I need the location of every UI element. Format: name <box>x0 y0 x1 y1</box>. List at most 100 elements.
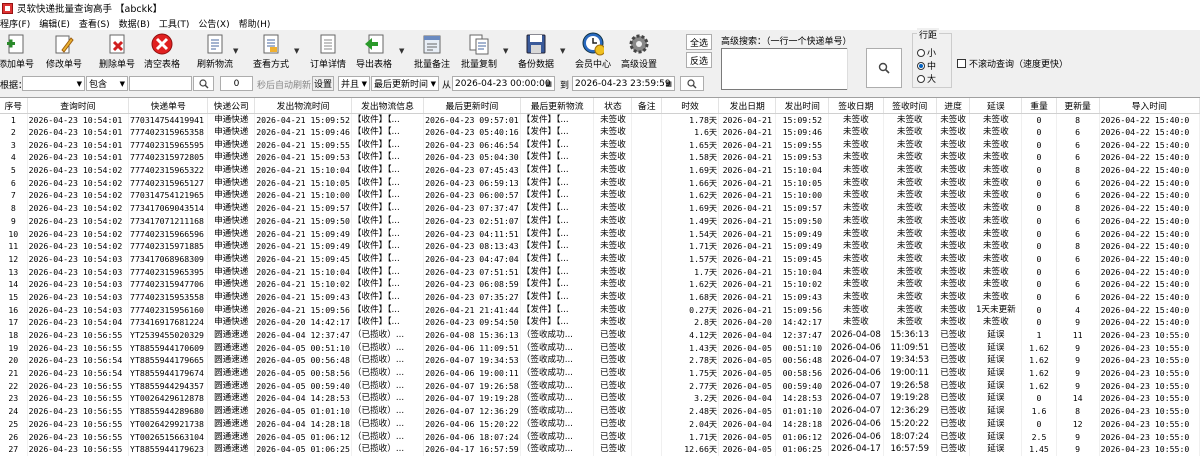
spacing-large-radio[interactable]: 大 <box>917 72 936 85</box>
table-row[interactable]: 24 2026-04-23 10:56:55 YT8855944289680 圆通速递… <box>0 404 1200 418</box>
export-table-button[interactable]: 导出表格 <box>350 33 398 73</box>
table-row[interactable]: 22 2026-04-23 10:56:55 YT8855944294357 圆通速递… <box>0 379 1200 393</box>
column-header[interactable]: 快递单号 <box>128 98 209 114</box>
spacing-small-radio[interactable]: 小 <box>917 46 936 59</box>
advanced-settings-button[interactable]: 高级设置 <box>615 33 663 73</box>
menu-data[interactable]: 数据(B) <box>119 17 150 30</box>
refresh-settings-button[interactable]: 设置 <box>312 76 334 91</box>
member-center-button[interactable]: 会员中心 <box>569 32 617 73</box>
filter-value-input[interactable] <box>129 76 192 91</box>
from-datetime-picker[interactable]: 2026-04-23 00:00:00 ▦ <box>452 76 555 91</box>
invert-selection-button[interactable]: 反选 <box>686 52 712 68</box>
table-row[interactable]: 12 2026-04-23 10:54:03 773417068968309 申通快递… <box>0 252 1200 266</box>
column-header[interactable]: 导入时间 <box>1099 98 1200 114</box>
spacing-medium-radio[interactable]: 中 <box>917 59 936 72</box>
to-datetime-picker[interactable]: 2026-04-23 23:59:59 ▦ <box>572 76 675 91</box>
column-header[interactable]: 更新量 <box>1056 98 1100 114</box>
column-header[interactable]: 状态 <box>593 98 633 114</box>
backup-data-button[interactable]: 备份数据 <box>512 33 560 73</box>
filter-search-button[interactable] <box>193 76 214 91</box>
table-row[interactable]: 26 2026-04-23 10:56:55 YT0026515663104 圆通速递… <box>0 430 1200 443</box>
table-row[interactable]: 3 2026-04-23 10:54:01 777402315965595 申通快递 2… <box>0 138 1200 152</box>
column-header[interactable]: 重量 <box>1021 98 1057 114</box>
column-header[interactable]: 快递公司 <box>207 98 256 114</box>
advanced-search-scrollbar[interactable] <box>847 48 861 90</box>
column-header[interactable]: 延误 <box>969 98 1023 114</box>
view-mode-button[interactable]: 查看方式 <box>247 33 295 73</box>
table-row[interactable]: 10 2026-04-23 10:54:02 777402315966596 申通快递… <box>0 227 1200 240</box>
refresh-dropdown-arrow[interactable]: ▼ <box>233 47 238 55</box>
table-cell <box>631 176 662 190</box>
table-row[interactable]: 21 2026-04-23 10:56:54 YT8855944179674 圆通速递… <box>0 366 1200 380</box>
column-header[interactable]: 备注 <box>631 98 662 114</box>
column-header[interactable]: 发出物流时间 <box>254 98 352 114</box>
menu-view[interactable]: 查看(S) <box>79 17 110 30</box>
table-row[interactable]: 15 2026-04-23 10:54:03 777402315953558 申通快递… <box>0 290 1200 304</box>
table-row[interactable]: 1 2026-04-23 10:54:01 770314754419941 申通快递 2… <box>0 113 1200 126</box>
table-row[interactable]: 16 2026-04-23 10:54:03 777402315956160 申通快递… <box>0 303 1200 316</box>
no-scroll-checkbox[interactable]: 不滚动查询（速度更快） <box>957 57 1068 70</box>
table-cell: 未签收 <box>936 265 971 278</box>
table-row[interactable]: 8 2026-04-23 10:54:02 773417069043514 申通快递 2… <box>0 201 1200 215</box>
add-number-button[interactable]: 添加单号 <box>0 33 40 73</box>
table-row[interactable]: 20 2026-04-23 10:56:54 YT8855944179665 圆通速递… <box>0 354 1200 367</box>
menu-tools[interactable]: 工具(T) <box>159 17 190 30</box>
column-header[interactable]: 时效 <box>661 98 720 114</box>
column-header[interactable]: 查询时间 <box>27 98 130 114</box>
table-cell: YT8855944289680 <box>128 404 209 418</box>
table-row[interactable]: 17 2026-04-23 10:54:04 773416917681224 申通快递… <box>0 316 1200 329</box>
copy-dropdown-arrow[interactable]: ▼ <box>503 47 508 55</box>
table-cell: 15:09:56 <box>775 303 830 316</box>
menu-help[interactable]: 帮助(H) <box>239 17 271 30</box>
filter-operator-select[interactable]: 包含 ▼ <box>86 76 128 91</box>
table-row[interactable]: 27 2026-04-23 10:56:55 YT8855944179623 圆通速递… <box>0 442 1200 456</box>
table-cell: YT8855944179665 <box>128 354 209 367</box>
export-dropdown-arrow[interactable]: ▼ <box>399 47 404 55</box>
table-row[interactable]: 18 2026-04-23 10:56:55 YT2539455020329 圆通速递… <box>0 328 1200 342</box>
column-header[interactable]: 最后更新时间 <box>423 98 521 114</box>
table-row[interactable]: 11 2026-04-23 10:54:02 777402315971885 申通快递… <box>0 239 1200 253</box>
refresh-interval-input[interactable]: 0 <box>220 76 253 91</box>
batch-note-button[interactable]: 批量备注 <box>408 33 456 73</box>
menu-program[interactable]: 程序(F) <box>0 17 30 30</box>
delete-number-button[interactable]: 删除单号 <box>93 33 141 73</box>
menu-edit[interactable]: 编辑(E) <box>39 17 70 30</box>
column-header[interactable]: 最后更新物流 <box>520 98 595 114</box>
table-cell: 1.6 <box>1021 404 1057 418</box>
filter-field-select[interactable]: ▼ <box>22 76 85 91</box>
table-row[interactable]: 14 2026-04-23 10:54:03 777402315947706 申通快递… <box>0 277 1200 291</box>
advanced-search-button[interactable] <box>866 48 902 88</box>
column-header[interactable]: 签收时间 <box>883 98 937 114</box>
table-row[interactable]: 7 2026-04-23 10:54:02 770314754121965 申通快递 2… <box>0 189 1200 202</box>
table-cell: 延误 <box>969 328 1023 342</box>
view-dropdown-arrow[interactable]: ▼ <box>294 47 299 55</box>
table-row[interactable]: 4 2026-04-23 10:54:01 777402315972805 申通快递 2… <box>0 151 1200 164</box>
table-row[interactable]: 23 2026-04-23 10:56:55 YT0026429612878 圆通速递… <box>0 392 1200 405</box>
column-header[interactable]: 发出时间 <box>775 98 830 114</box>
column-header[interactable]: 进度 <box>936 98 971 114</box>
table-row[interactable]: 9 2026-04-23 10:54:02 773417071211168 申通快递 2… <box>0 214 1200 228</box>
backup-dropdown-arrow[interactable]: ▼ <box>560 47 565 55</box>
table-row[interactable]: 5 2026-04-23 10:54:02 777402315965322 申通快递 2… <box>0 163 1200 177</box>
column-header[interactable]: 发出物流信息 <box>351 98 425 114</box>
select-all-button[interactable]: 全选 <box>686 34 712 50</box>
column-header[interactable]: 发出日期 <box>718 98 777 114</box>
table-row[interactable]: 25 2026-04-23 10:56:55 YT0026429921738 圆通速递… <box>0 417 1200 431</box>
table-row[interactable]: 19 2026-04-23 10:56:55 YT8855944170609 圆通速递… <box>0 341 1200 355</box>
and-operator-select[interactable]: 并且 ▼ <box>338 76 370 91</box>
table-row[interactable]: 13 2026-04-23 10:54:03 777402315965395 申通快递… <box>0 265 1200 278</box>
table-row[interactable]: 2 2026-04-23 10:54:01 777402315965358 申通快递 2… <box>0 125 1200 139</box>
table-row[interactable]: 6 2026-04-23 10:54:02 777402315965127 申通快递 2… <box>0 176 1200 190</box>
menu-notice[interactable]: 公告(X) <box>198 17 229 30</box>
order-detail-button[interactable]: 订单详情 <box>304 33 352 73</box>
table-cell: 未签收 <box>828 125 884 139</box>
clear-table-button[interactable]: 清空表格 <box>138 33 186 73</box>
edit-number-button[interactable]: 修改单号 <box>40 33 88 73</box>
date-search-button[interactable] <box>680 76 704 91</box>
batch-copy-button[interactable]: 批量复制 <box>455 33 503 73</box>
column-header[interactable]: 签收日期 <box>828 98 884 114</box>
date-field-select[interactable]: 最后更新时间 ▼ <box>371 76 439 91</box>
column-header[interactable]: 序号 <box>0 98 28 114</box>
refresh-logistics-button[interactable]: 刷新物流 <box>191 33 239 73</box>
advanced-search-input[interactable] <box>721 48 861 90</box>
